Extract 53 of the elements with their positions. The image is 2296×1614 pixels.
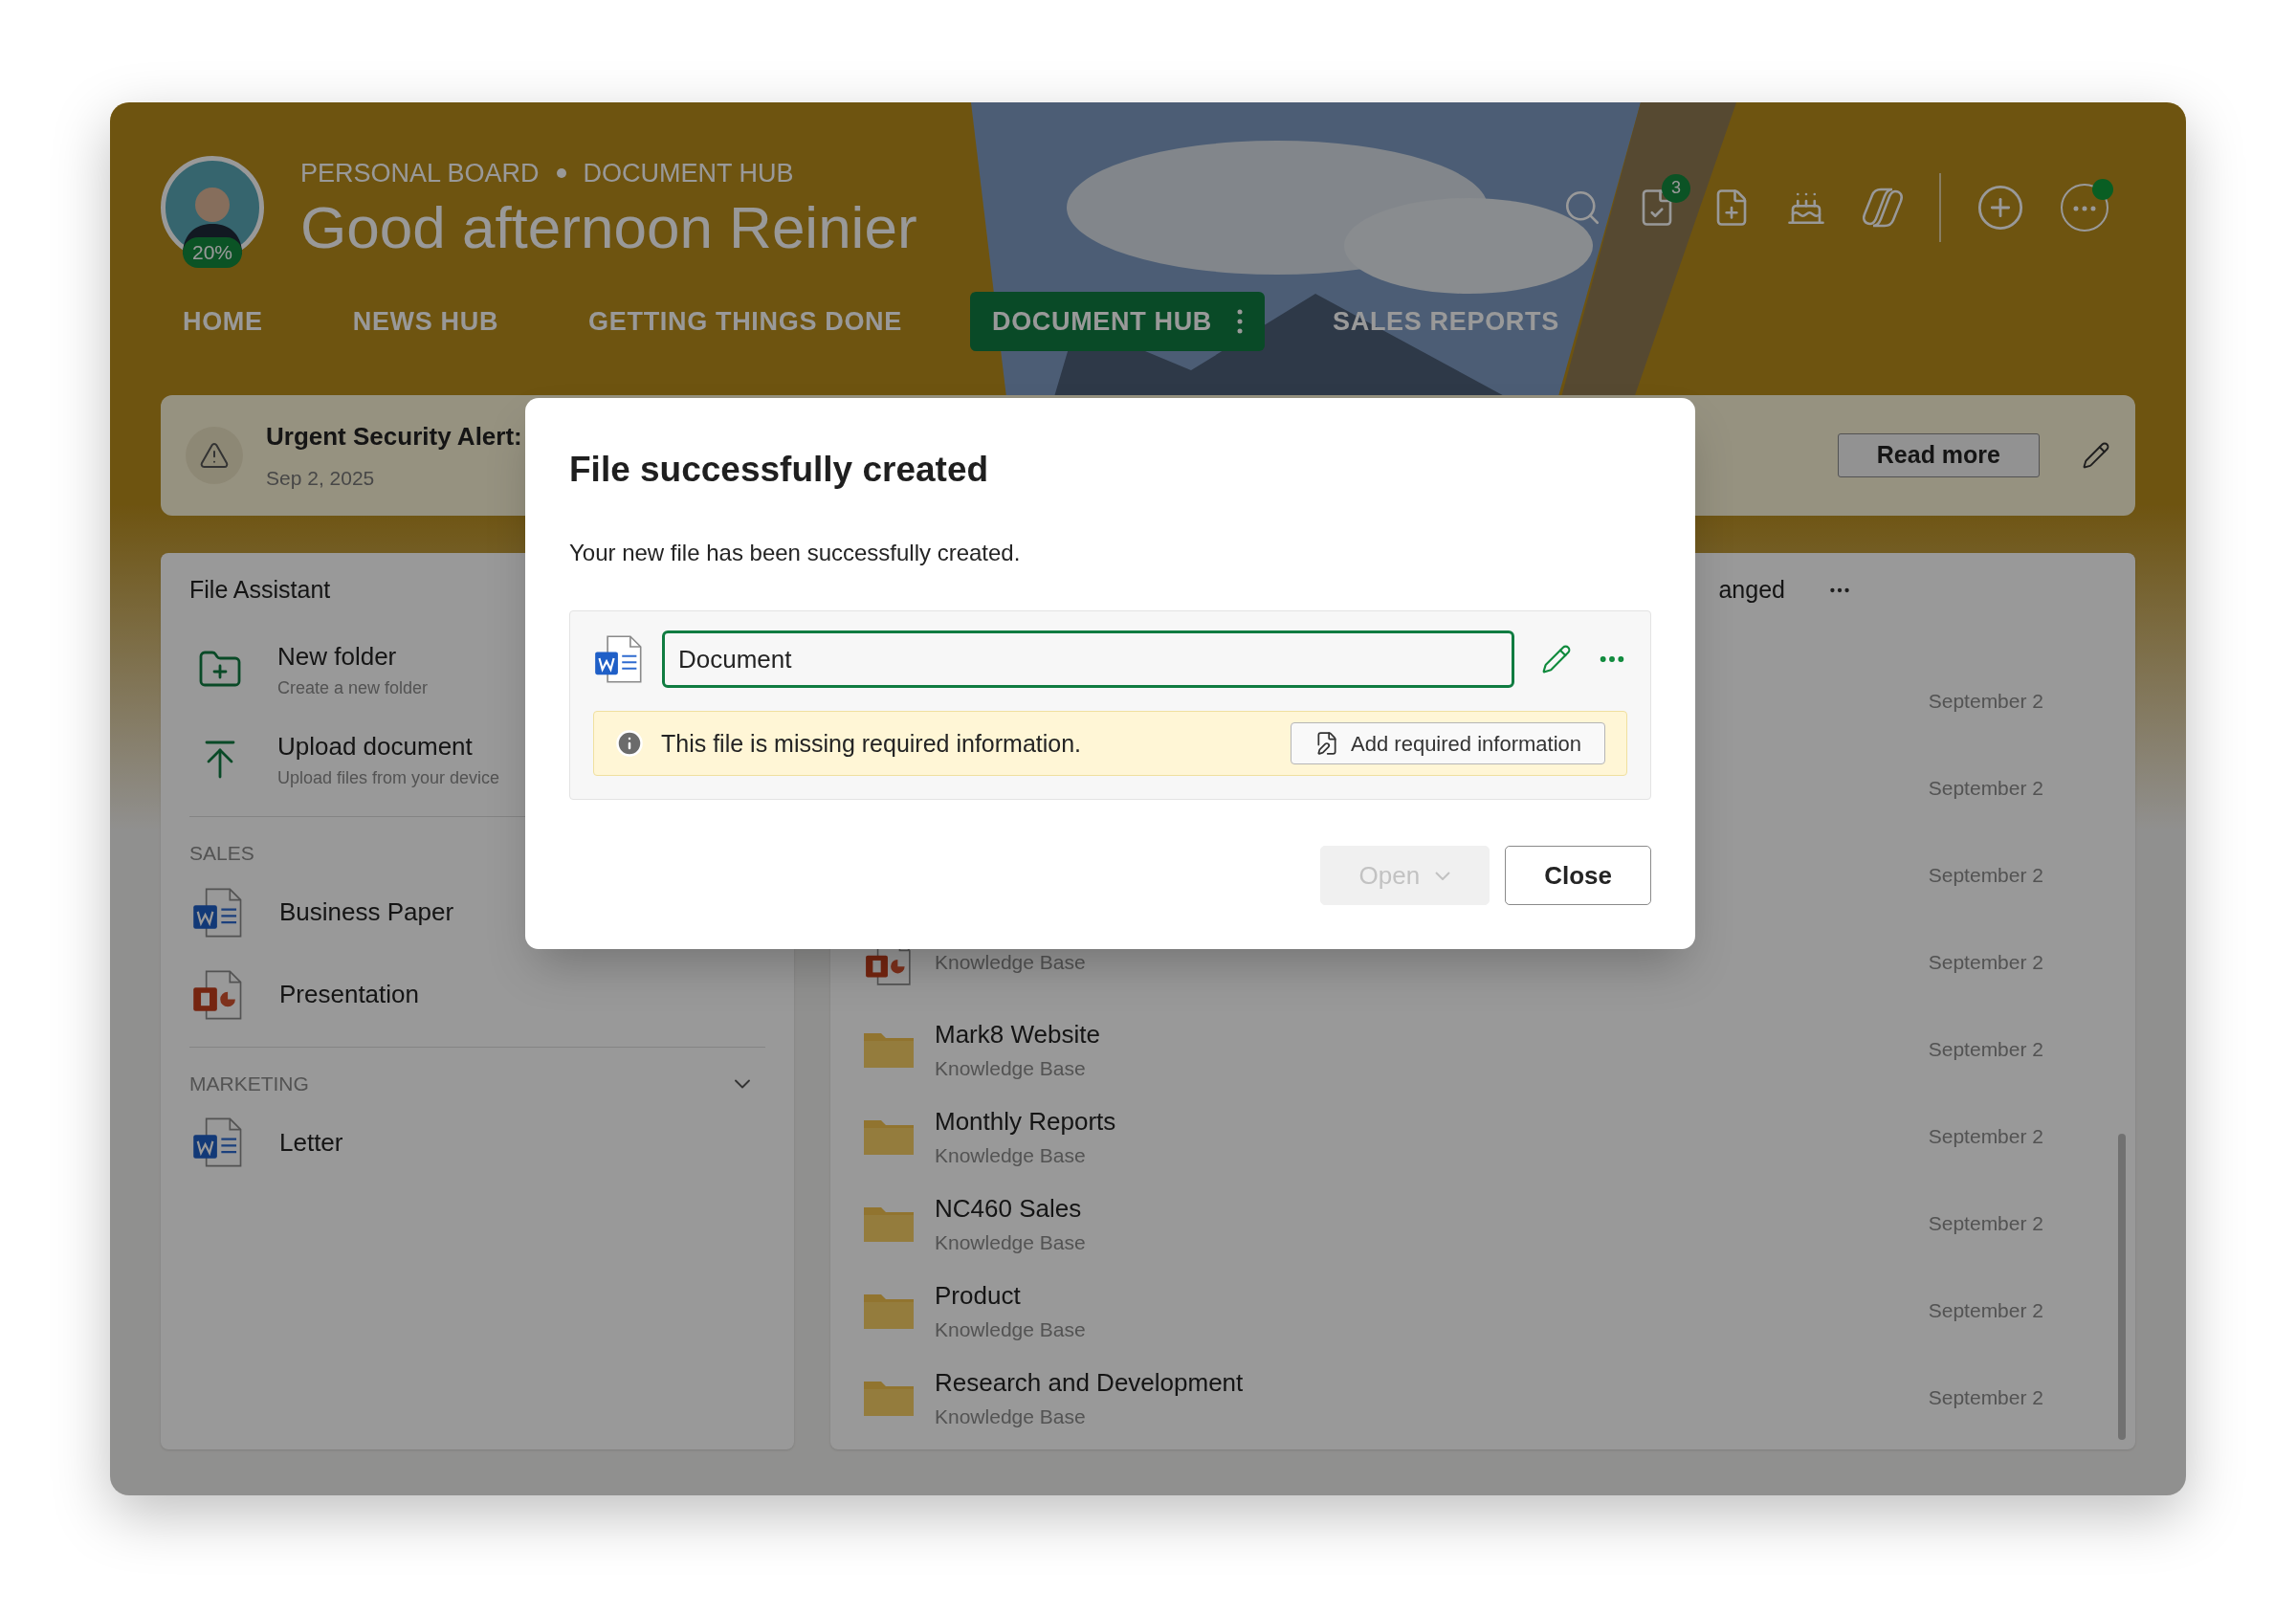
dialog-message: Your new file has been successfully created. xyxy=(569,539,1022,568)
modified-date: September 2 xyxy=(1928,1298,2043,1324)
nav-tab[interactable]: DOCUMENT HUB xyxy=(969,291,1266,351)
file-row[interactable]: Monthly Reports Knowledge Base September 2 xyxy=(862,1093,2043,1181)
file-row[interactable]: Product Knowledge Base September 2 xyxy=(862,1267,2043,1355)
file-location: Knowledge Base xyxy=(935,1229,1086,1255)
section-heading: MARKETING xyxy=(189,1071,309,1096)
template-item[interactable]: Letter xyxy=(189,1116,765,1170)
template-item[interactable]: Presentation xyxy=(189,967,765,1022)
file-row[interactable]: NC460 Sales Knowledge Base September 2 xyxy=(862,1180,2043,1268)
file-location: Knowledge Base xyxy=(935,1404,1087,1429)
kebab-icon xyxy=(1237,308,1244,334)
greeting-title: Good afternoon Reinier xyxy=(300,192,917,261)
close-button[interactable]: Close xyxy=(1505,846,1651,906)
file-name: Monthly Reports xyxy=(935,1105,1116,1138)
warning-text: This file is missing required information. xyxy=(661,728,1083,759)
file-name: Product xyxy=(935,1279,1022,1312)
alert-date: Sep 2, 2025 xyxy=(266,465,376,491)
file-location: Knowledge Base xyxy=(935,1142,1087,1168)
file-name: Research and Development xyxy=(935,1366,1244,1399)
template-item[interactable]: Business Paper xyxy=(189,885,765,940)
read-more-button[interactable]: Read more xyxy=(1837,432,2040,477)
modified-date: September 2 xyxy=(1928,950,2043,976)
file-row[interactable]: Research and Development Knowledge Base September 2 xyxy=(862,1354,2043,1442)
action-description: Upload files from your device xyxy=(277,767,500,790)
section-heading: SALES xyxy=(189,841,254,867)
more-icon[interactable] xyxy=(2060,182,2109,232)
scrollbar-thumb[interactable] xyxy=(2118,1133,2126,1440)
edit-icon[interactable] xyxy=(2082,440,2110,470)
overlapping-shapes-icon[interactable] xyxy=(1861,187,1905,228)
progress-badge: 20% xyxy=(183,237,242,268)
modified-date: September 2 xyxy=(1928,1211,2043,1237)
file-name-field[interactable]: Document xyxy=(662,630,1514,689)
file-row[interactable]: Mark8 Website Knowledge Base September 2 xyxy=(862,1006,2043,1094)
action-label: Upload document xyxy=(277,731,474,763)
modified-date: September 2 xyxy=(1928,1385,2043,1411)
file-location: Knowledge Base xyxy=(935,950,1086,976)
modified-date: September 2 xyxy=(1928,1124,2043,1150)
info-icon xyxy=(615,729,644,759)
chevron-icon xyxy=(1435,871,1451,880)
action-label: New folder xyxy=(277,641,398,674)
dialog-title: File successfully created xyxy=(569,449,990,491)
alert-title: Urgent Security Alert: xyxy=(266,420,522,453)
add-info-button[interactable]: Add required information xyxy=(1291,722,1605,765)
rename-icon[interactable] xyxy=(1541,644,1572,675)
file-location: Knowledge Base xyxy=(935,1055,1087,1081)
file-name: NC460 Sales xyxy=(935,1192,1083,1225)
column-header[interactable]: anged xyxy=(1718,571,1785,608)
file-name: Mark8 Website xyxy=(935,1018,1100,1050)
file-location: Knowledge Base xyxy=(935,1316,1086,1342)
modified-date: September 2 xyxy=(1928,1037,2043,1063)
action-description: Create a new folder xyxy=(277,677,429,700)
card-title: File Assistant xyxy=(189,574,332,605)
